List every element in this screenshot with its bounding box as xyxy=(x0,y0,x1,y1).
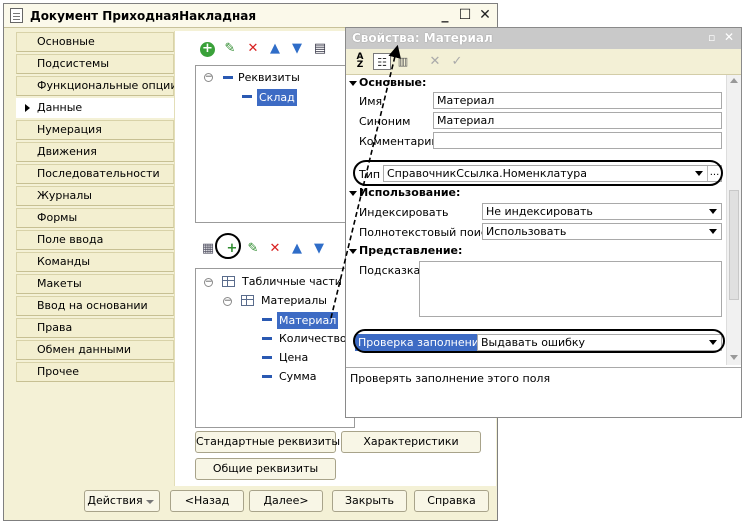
annotation-arrow xyxy=(330,44,401,319)
dashed-arrow-line xyxy=(330,44,401,319)
